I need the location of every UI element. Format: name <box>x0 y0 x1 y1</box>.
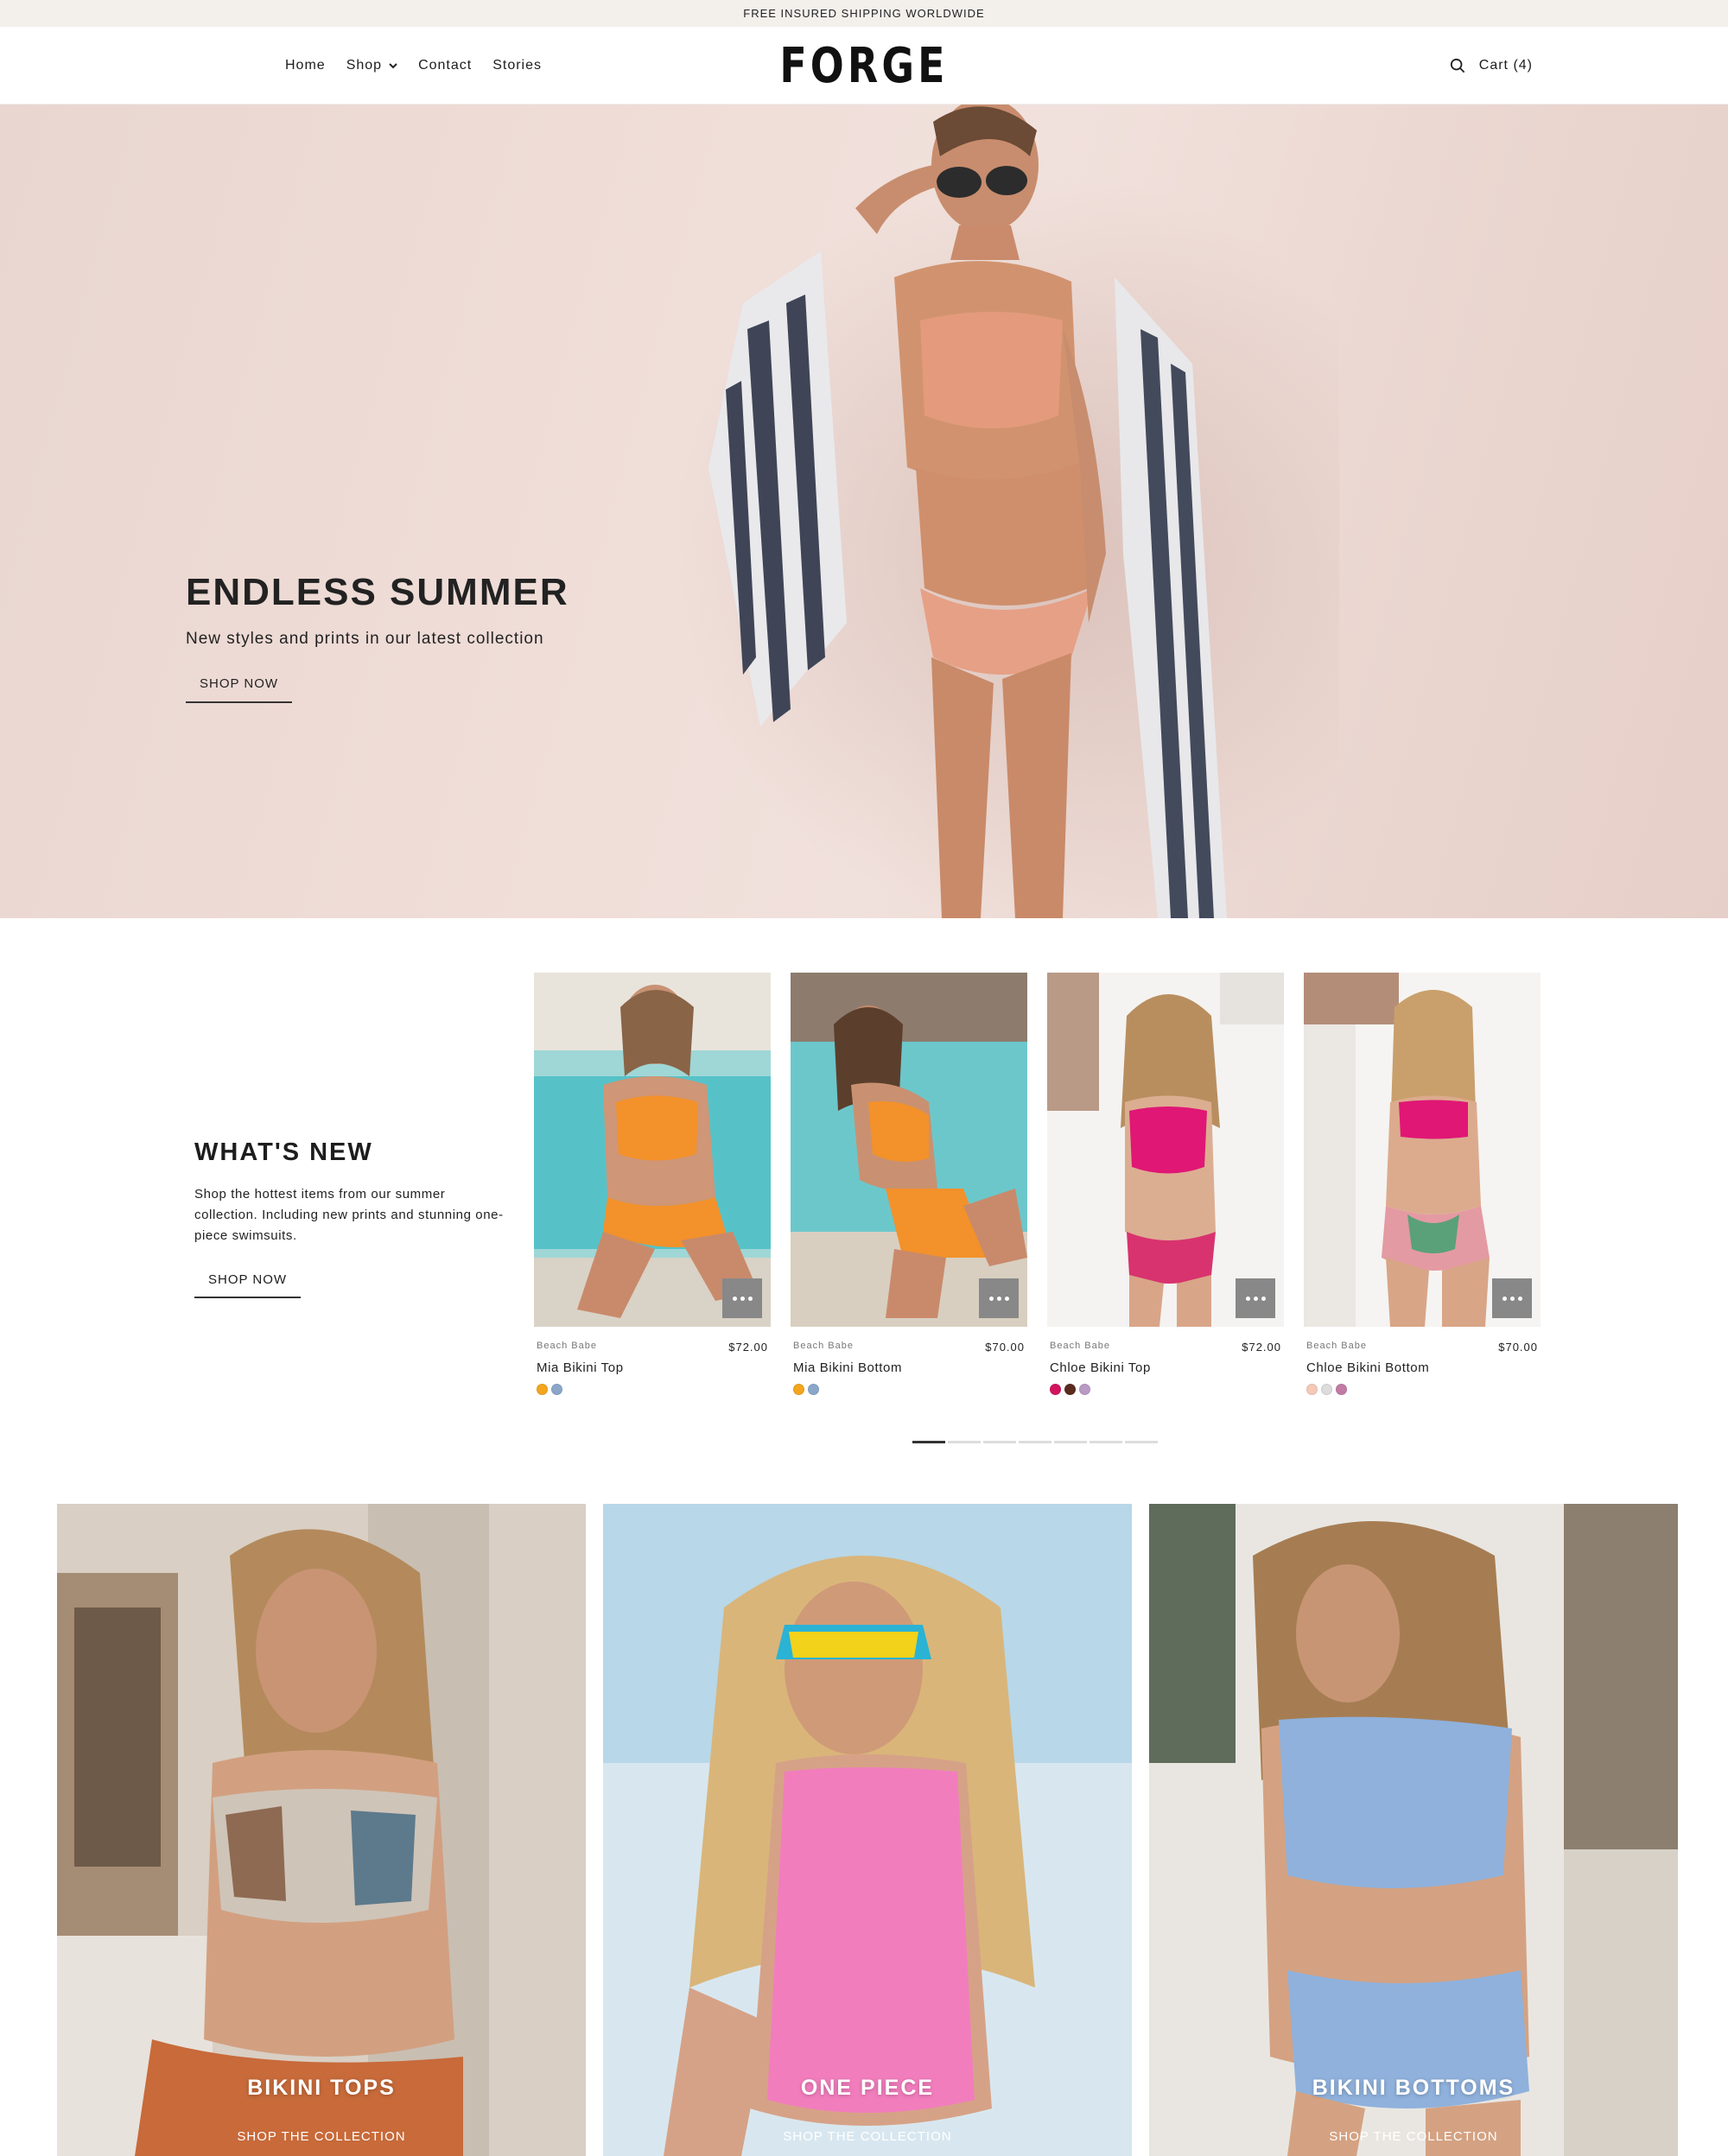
collection-link[interactable]: SHOP THE COLLECTION <box>1149 2129 1678 2144</box>
product-photo-mia-top <box>534 973 771 1327</box>
product-price: $70.00 <box>985 1341 1025 1354</box>
product-image[interactable] <box>791 973 1027 1327</box>
product-name[interactable]: Mia Bikini Top <box>534 1360 771 1375</box>
dot-icon <box>1253 1296 1258 1301</box>
product-swatches <box>791 1384 1027 1395</box>
product-photo-chloe-bottom <box>1304 973 1541 1327</box>
collection-tile-bikini-bottoms[interactable]: BIKINI BOTTOMS SHOP THE COLLECTION <box>1149 1504 1678 2156</box>
dot-icon <box>747 1296 753 1301</box>
collection-image-one-piece <box>603 1504 1132 2156</box>
color-swatch[interactable] <box>1079 1384 1090 1395</box>
product-image[interactable] <box>1304 973 1541 1327</box>
color-swatch[interactable] <box>808 1384 819 1395</box>
hero-model-image <box>708 105 1227 918</box>
search-icon[interactable] <box>1450 58 1465 73</box>
product-meta: Beach Babe $72.00 <box>534 1341 771 1354</box>
product-meta: Beach Babe $72.00 <box>1047 1341 1284 1354</box>
product-carousel: Beach Babe $72.00 Mia Bikini Top Beach B… <box>534 973 1541 1395</box>
header-actions: Cart (4) <box>1450 27 1533 105</box>
dot-icon <box>1517 1296 1522 1301</box>
collection-tile-one-piece[interactable]: ONE PIECE SHOP THE COLLECTION <box>603 1504 1132 2156</box>
announcement-text: FREE INSURED SHIPPING WORLDWIDE <box>743 7 985 20</box>
color-swatch[interactable] <box>1321 1384 1332 1395</box>
collection-title: ONE PIECE <box>800 2076 935 2100</box>
color-swatch[interactable] <box>537 1384 548 1395</box>
product-image[interactable] <box>1047 973 1284 1327</box>
product-swatches <box>1047 1384 1284 1395</box>
quick-view-button[interactable] <box>979 1278 1019 1318</box>
collection-image-bikini-tops <box>57 1504 586 2156</box>
site-header: Home Shop Contact Stories FORGE Cart (4) <box>0 27 1728 105</box>
pager-dot[interactable] <box>983 1441 1016 1443</box>
dot-icon <box>732 1296 737 1301</box>
hero-text-block: ENDLESS SUMMER New styles and prints in … <box>186 571 569 703</box>
pager-dot[interactable] <box>1054 1441 1087 1443</box>
whats-new-shop-now-button[interactable]: SHOP NOW <box>194 1272 302 1298</box>
hero-title: ENDLESS SUMMER <box>186 571 569 613</box>
dot-icon <box>996 1296 1001 1301</box>
quick-view-button[interactable] <box>722 1278 762 1318</box>
pager-dot[interactable] <box>912 1441 945 1443</box>
whats-new-title: WHAT'S NEW <box>194 1138 373 1166</box>
collection-title: BIKINI BOTTOMS <box>1312 2076 1515 2100</box>
product-price: $70.00 <box>1498 1341 1538 1354</box>
dot-icon <box>1509 1296 1515 1301</box>
color-swatch[interactable] <box>551 1384 562 1395</box>
dot-icon <box>988 1296 994 1301</box>
product-vendor: Beach Babe <box>793 1341 854 1351</box>
whats-new-description: Shop the hottest items from our summer c… <box>194 1187 504 1243</box>
pager-dot[interactable] <box>1019 1441 1051 1443</box>
product-image[interactable] <box>534 973 771 1327</box>
collection-title: BIKINI TOPS <box>247 2076 396 2100</box>
announcement-bar: FREE INSURED SHIPPING WORLDWIDE <box>0 0 1728 27</box>
product-swatches <box>1304 1384 1541 1395</box>
dot-icon <box>740 1296 745 1301</box>
product-price: $72.00 <box>728 1341 768 1354</box>
pager-dot[interactable] <box>1090 1441 1122 1443</box>
color-swatch[interactable] <box>1050 1384 1061 1395</box>
color-swatch[interactable] <box>1336 1384 1347 1395</box>
dot-icon <box>1502 1296 1507 1301</box>
pager-dot[interactable] <box>948 1441 981 1443</box>
whats-new-text: WHAT'S NEW Shop the hottest items from o… <box>194 1138 505 1298</box>
product-name[interactable]: Mia Bikini Bottom <box>791 1360 1027 1375</box>
product-price: $72.00 <box>1242 1341 1281 1354</box>
site-logo[interactable]: FORGE <box>156 38 1572 94</box>
product-name[interactable]: Chloe Bikini Bottom <box>1304 1360 1541 1375</box>
hero-banner: ENDLESS SUMMER New styles and prints in … <box>0 105 1728 918</box>
product-meta: Beach Babe $70.00 <box>791 1341 1027 1354</box>
hero-subtitle: New styles and prints in our latest coll… <box>186 630 544 648</box>
product-vendor: Beach Babe <box>1050 1341 1110 1351</box>
color-swatch[interactable] <box>793 1384 804 1395</box>
dot-icon <box>1261 1296 1266 1301</box>
collection-link[interactable]: SHOP THE COLLECTION <box>603 2129 1132 2144</box>
product-card[interactable]: Beach Babe $72.00 Mia Bikini Top <box>534 973 771 1395</box>
product-name[interactable]: Chloe Bikini Top <box>1047 1360 1284 1375</box>
product-card[interactable]: Beach Babe $72.00 Chloe Bikini Top <box>1047 973 1284 1395</box>
hero-shop-now-button[interactable]: SHOP NOW <box>186 676 293 703</box>
product-meta: Beach Babe $70.00 <box>1304 1341 1541 1354</box>
collection-tile-bikini-tops[interactable]: BIKINI TOPS SHOP THE COLLECTION <box>57 1504 586 2156</box>
product-swatches <box>534 1384 771 1395</box>
collection-link[interactable]: SHOP THE COLLECTION <box>57 2129 586 2144</box>
collection-image-bikini-bottoms <box>1149 1504 1678 2156</box>
dot-icon <box>1245 1296 1250 1301</box>
quick-view-button[interactable] <box>1236 1278 1275 1318</box>
product-vendor: Beach Babe <box>1306 1341 1367 1351</box>
pager-dot[interactable] <box>1125 1441 1158 1443</box>
carousel-pager <box>912 1441 1158 1443</box>
product-card[interactable]: Beach Babe $70.00 Chloe Bikini Bottom <box>1304 973 1541 1395</box>
product-photo-mia-bottom <box>791 973 1027 1327</box>
color-swatch[interactable] <box>1064 1384 1076 1395</box>
color-swatch[interactable] <box>1306 1384 1318 1395</box>
cart-link[interactable]: Cart (4) <box>1479 58 1533 73</box>
quick-view-button[interactable] <box>1492 1278 1532 1318</box>
collection-grid: BIKINI TOPS SHOP THE COLLECTION ONE PIEC… <box>57 1504 1678 2156</box>
product-card[interactable]: Beach Babe $70.00 Mia Bikini Bottom <box>791 973 1027 1395</box>
product-vendor: Beach Babe <box>537 1341 597 1351</box>
dot-icon <box>1004 1296 1009 1301</box>
product-photo-chloe-top <box>1047 973 1284 1327</box>
